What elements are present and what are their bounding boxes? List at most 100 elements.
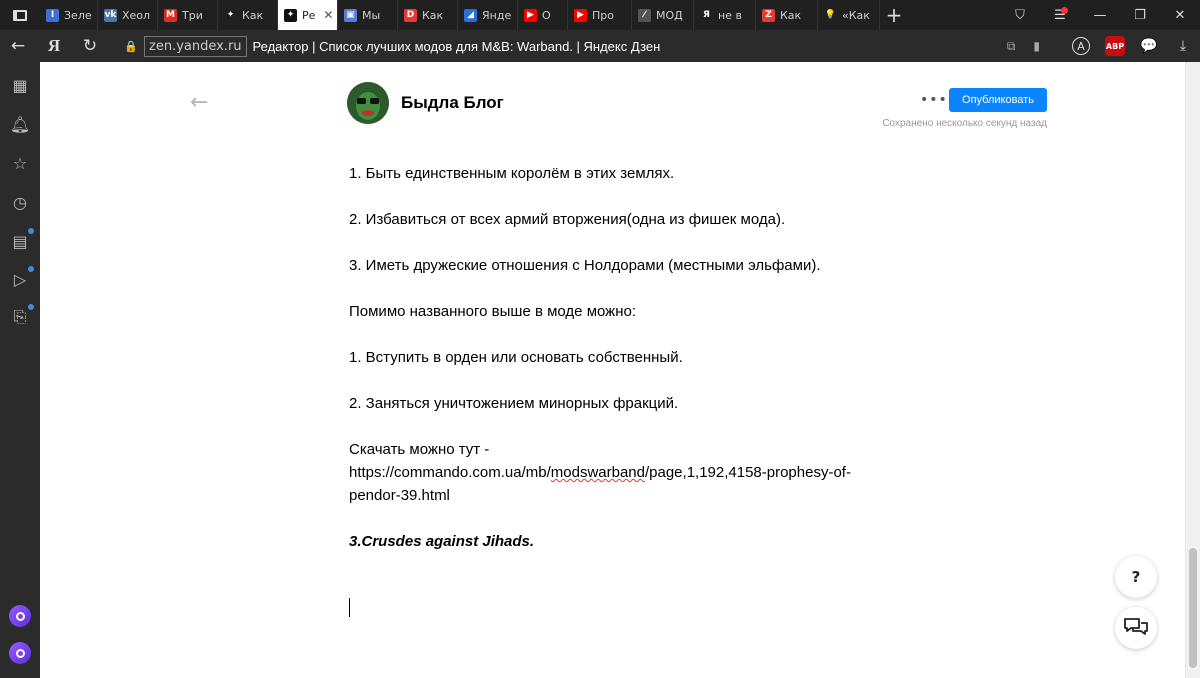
tabs-panel-toggle[interactable] bbox=[0, 0, 40, 30]
sidebar-search[interactable]: ⎘ bbox=[0, 298, 40, 336]
tab-label: О bbox=[542, 8, 551, 22]
reload-icon: ↻ bbox=[82, 36, 98, 56]
sidebar-badge bbox=[28, 228, 34, 234]
browser-tab[interactable]: ▶ О bbox=[518, 0, 568, 30]
tab-label: Янде bbox=[482, 8, 512, 22]
alice-button[interactable] bbox=[9, 642, 31, 664]
url-domain[interactable]: zen.yandex.ru bbox=[144, 35, 247, 57]
blog-name[interactable]: Быдла Блог bbox=[401, 93, 504, 113]
browser-tab[interactable]: Z Как bbox=[756, 0, 818, 30]
tab-favicon-icon: Z bbox=[762, 8, 775, 22]
tab-favicon-icon: I bbox=[46, 8, 59, 22]
tab-label: Про bbox=[592, 8, 614, 22]
tab-label: Мы bbox=[362, 8, 381, 22]
page-scrollbar[interactable] bbox=[1185, 62, 1200, 678]
browser-tab[interactable]: ◢ Янде bbox=[458, 0, 518, 30]
download-paragraph[interactable]: Скачать можно тут - https://commando.com.… bbox=[349, 438, 889, 507]
editor-back-button[interactable]: ← bbox=[190, 90, 208, 115]
article-paragraph[interactable]: 2. Заняться уничтожением минорных фракци… bbox=[349, 392, 889, 415]
download-label: Скачать можно тут - bbox=[349, 441, 490, 458]
sidebar-video[interactable]: ▷ bbox=[0, 260, 40, 298]
tab-label: не в bbox=[718, 8, 742, 22]
omnibox[interactable]: 🔒 zen.yandex.ru Редактор | Список лучших… bbox=[120, 34, 1048, 58]
zen-editor-page: ← Быдла Блог ••• Опубликовать Сохранено … bbox=[40, 62, 1185, 678]
reload-button[interactable]: ↻ bbox=[72, 30, 108, 62]
feedback-button[interactable] bbox=[1115, 607, 1157, 649]
address-bar: ← Я ↻ 🔒 zen.yandex.ru Редактор | Список … bbox=[0, 30, 1200, 62]
tabs-panel-icon bbox=[13, 9, 27, 21]
adblock-icon: ABP bbox=[1105, 36, 1125, 56]
collections-button[interactable]: ⛉ bbox=[1000, 0, 1040, 30]
tab-favicon-icon: ▶ bbox=[524, 8, 537, 22]
minimize-button[interactable]: — bbox=[1080, 0, 1120, 30]
tab-label: МОД bbox=[656, 8, 683, 22]
tab-favicon-icon: D bbox=[404, 8, 417, 22]
scrollbar-thumb[interactable] bbox=[1189, 548, 1197, 668]
restore-button[interactable]: ❐ bbox=[1120, 0, 1160, 30]
tab-label: Три bbox=[182, 8, 203, 22]
messenger-button[interactable]: 💬 bbox=[1132, 30, 1166, 62]
article-paragraph[interactable]: 3. Иметь дружеские отношения с Нолдорами… bbox=[349, 254, 889, 277]
yandex-logo[interactable]: Я bbox=[36, 36, 72, 56]
arrow-left-icon: ← bbox=[10, 36, 26, 56]
browser-tab[interactable]: 💡 «Как bbox=[818, 0, 880, 30]
article-paragraph[interactable]: Помимо названного выше в моде можно: bbox=[349, 300, 889, 323]
download-icon: ⤓ bbox=[1179, 38, 1187, 54]
back-button[interactable]: ← bbox=[0, 30, 36, 62]
browser-tab[interactable]: M Три bbox=[158, 0, 218, 30]
sidebar-notifications[interactable]: 🔔︎ bbox=[0, 105, 40, 143]
menu-button[interactable]: ☰ bbox=[1040, 0, 1080, 30]
star-icon: ☆ bbox=[12, 153, 28, 173]
browser-sidebar: ▦ 🔔︎ ☆ ◷ ▤ ▷ ⎘ bbox=[0, 62, 40, 678]
browser-tab[interactable]: vk Хеол bbox=[98, 0, 158, 30]
browser-tab[interactable]: Яне в bbox=[694, 0, 756, 30]
browser-tab[interactable]: ✦ Как bbox=[218, 0, 278, 30]
sidebar-bookmarks[interactable]: ☆ bbox=[0, 144, 40, 182]
translate-icon[interactable]: ⧉ bbox=[1007, 39, 1016, 54]
tab-close-icon[interactable]: ✕ bbox=[323, 8, 333, 22]
url-page-title[interactable]: Редактор | Список лучших модов для M&B: … bbox=[253, 39, 661, 54]
more-options-button[interactable]: ••• bbox=[920, 92, 948, 108]
browser-tab[interactable]: I Зеле bbox=[40, 0, 98, 30]
reader-mode-button[interactable]: A bbox=[1064, 30, 1098, 62]
browser-tab[interactable]: ✦ Ре ✕ bbox=[278, 0, 338, 30]
clock-icon: ◷ bbox=[13, 192, 27, 212]
publish-button[interactable]: Опубликовать bbox=[949, 88, 1047, 112]
sidebar-services[interactable]: ▦ bbox=[0, 66, 40, 104]
article-paragraph[interactable]: 1. Быть единственным королём в этих земл… bbox=[349, 162, 889, 185]
sidebar-history[interactable]: ◷ bbox=[0, 183, 40, 221]
doc-search-icon: ⎘ bbox=[13, 307, 27, 326]
browser-tab[interactable]: ⁄ МОД bbox=[632, 0, 694, 30]
tab-label: Хеол bbox=[122, 8, 151, 22]
adblock-button[interactable]: ABP bbox=[1098, 30, 1132, 62]
article-paragraph[interactable]: 1. Вступить в орден или основать собстве… bbox=[349, 346, 889, 369]
article-paragraph[interactable]: 2. Избавиться от всех армий вторжения(од… bbox=[349, 208, 889, 231]
window-controls: ⛉ ☰ — ❐ ✕ bbox=[1000, 0, 1200, 30]
alice-icon bbox=[15, 648, 25, 658]
tab-label: Зеле bbox=[64, 8, 92, 22]
lock-icon[interactable]: 🔒 bbox=[124, 39, 138, 53]
bookmark-icon: ⛉ bbox=[1015, 7, 1025, 23]
new-tab-button[interactable]: + bbox=[880, 0, 908, 30]
spellcheck-word[interactable]: modswarband bbox=[551, 464, 645, 481]
download-url-prefix: https://commando.com.ua/mb/ bbox=[349, 464, 551, 481]
tab-favicon-icon: vk bbox=[104, 8, 117, 22]
browser-tab[interactable]: ▶ Про bbox=[568, 0, 632, 30]
bookmark-page-icon[interactable]: ▮ bbox=[1033, 39, 1040, 53]
alice-apps-button[interactable] bbox=[9, 605, 31, 627]
bell-icon: 🔔︎ bbox=[9, 114, 31, 134]
close-window-button[interactable]: ✕ bbox=[1160, 0, 1200, 30]
tab-label: Как bbox=[242, 8, 264, 22]
article-heading[interactable]: 3.Crusdes against Jihads. bbox=[349, 530, 889, 553]
help-button[interactable]: ? bbox=[1115, 556, 1157, 598]
article-editor[interactable]: 1. Быть единственным королём в этих земл… bbox=[349, 162, 889, 553]
browser-tab[interactable]: D Как bbox=[398, 0, 458, 30]
downloads-button[interactable]: ⤓ bbox=[1166, 30, 1200, 62]
sidebar-zen[interactable]: ▤ bbox=[0, 222, 40, 260]
browser-tab[interactable]: ▣ Мы bbox=[338, 0, 398, 30]
reader-icon: A bbox=[1072, 37, 1090, 55]
sidebar-badge bbox=[28, 266, 34, 272]
avatar[interactable] bbox=[347, 82, 389, 124]
play-icon: ▷ bbox=[13, 269, 27, 289]
chat-bubbles-icon bbox=[1124, 618, 1148, 635]
